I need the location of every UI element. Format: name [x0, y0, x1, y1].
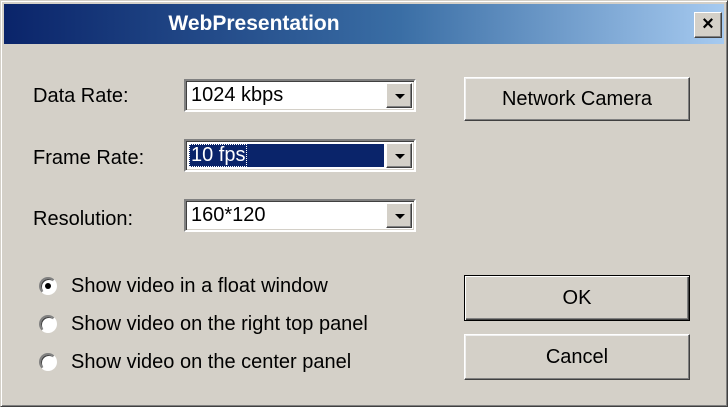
frame-rate-value: 10 fps [189, 144, 248, 167]
radio-label-right-top-panel: Show video on the right top panel [71, 313, 368, 335]
data-rate-dropdown-button[interactable] [386, 83, 412, 108]
radio-right-top-panel[interactable] [39, 315, 57, 333]
window-title: WebPresentation [168, 12, 340, 35]
radio-label-center-panel: Show video on the center panel [71, 351, 352, 373]
resolution-select[interactable]: 160*120 [184, 199, 416, 232]
data-rate-value: 1024 kbps [191, 84, 284, 106]
resolution-value: 160*120 [191, 204, 266, 226]
radio-float-window[interactable] [39, 277, 57, 295]
data-rate-label: Data Rate: [33, 85, 129, 107]
frame-rate-select[interactable]: 10 fps [184, 139, 416, 172]
frame-rate-label: Frame Rate: [33, 147, 145, 169]
network-camera-button[interactable]: Network Camera [464, 77, 690, 121]
close-icon: × [702, 13, 714, 35]
title-bar[interactable]: WebPresentation × [4, 4, 724, 44]
webpresentation-dialog: WebPresentation × Data Rate: 1024 kbps F… [0, 0, 728, 407]
radio-label-float-window: Show video in a float window [71, 275, 328, 297]
resolution-label: Resolution: [33, 208, 134, 230]
cancel-button[interactable]: Cancel [464, 334, 690, 380]
frame-rate-dropdown-button[interactable] [386, 143, 412, 168]
close-button[interactable]: × [694, 12, 722, 38]
frame-rate-selection-highlight: 10 fps [189, 144, 384, 167]
radio-center-panel[interactable] [39, 353, 57, 371]
resolution-dropdown-button[interactable] [386, 203, 412, 228]
data-rate-select[interactable]: 1024 kbps [184, 79, 416, 112]
ok-button[interactable]: OK [464, 275, 690, 321]
